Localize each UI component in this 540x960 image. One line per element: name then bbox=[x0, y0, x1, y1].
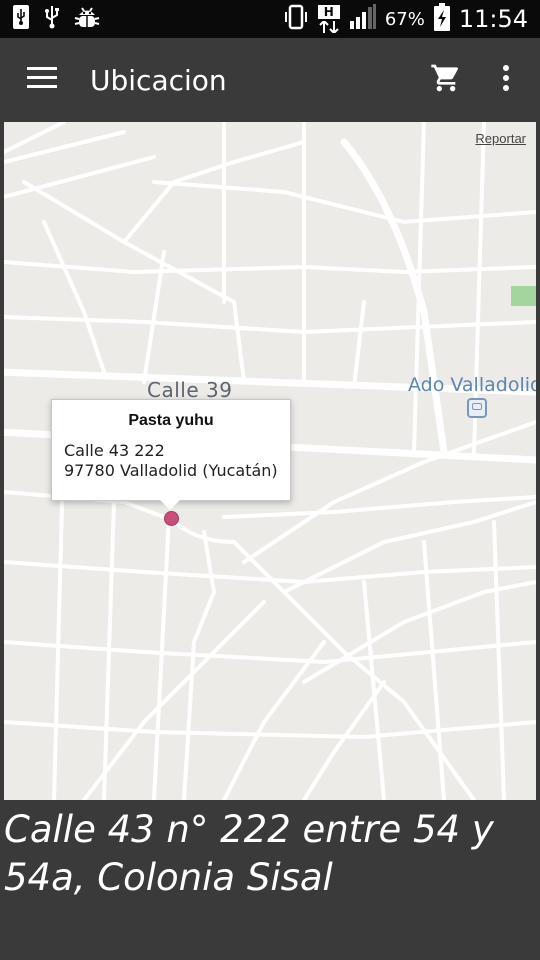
status-right-icons: H 67% 11:54 bbox=[283, 2, 540, 36]
info-window-address-line1: Calle 43 222 bbox=[64, 441, 165, 460]
more-vert-icon bbox=[502, 65, 510, 95]
info-window-title: Pasta yuhu bbox=[128, 412, 214, 429]
marker-info-window[interactable]: Pasta yuhu Calle 43 222 97780 Valladolid… bbox=[51, 399, 291, 510]
cart-button[interactable] bbox=[416, 38, 476, 122]
android-debug-icon bbox=[74, 4, 100, 34]
address-text: Calle 43 n° 222 entre 54 y 54a, Colonia … bbox=[4, 808, 494, 899]
location-marker[interactable] bbox=[164, 511, 179, 526]
vibrate-icon bbox=[283, 3, 309, 35]
page-title: Ubicacion bbox=[90, 63, 227, 97]
shopping-cart-icon bbox=[430, 62, 462, 98]
network-badge: H bbox=[317, 5, 340, 19]
status-bar: H 67% 11:54 bbox=[0, 0, 540, 38]
app-bar: Ubicacion bbox=[0, 38, 540, 122]
clock: 11:54 bbox=[458, 5, 528, 33]
info-window-address-line2: 97780 Valladolid (Yucatán) bbox=[64, 461, 278, 480]
usb-icon bbox=[12, 4, 30, 34]
menu-icon bbox=[27, 67, 57, 93]
battery-charging-icon bbox=[433, 2, 451, 36]
signal-icon bbox=[349, 3, 377, 35]
overflow-menu-button[interactable] bbox=[476, 38, 536, 122]
bus-station-icon[interactable] bbox=[467, 398, 487, 418]
menu-button[interactable] bbox=[0, 38, 84, 122]
battery-percent: 67% bbox=[384, 8, 425, 30]
usb-icon bbox=[44, 4, 60, 34]
poi-label[interactable]: Ado Valladolid bbox=[408, 374, 536, 396]
report-link[interactable]: Reportar bbox=[475, 131, 526, 146]
map-view[interactable]: Reportar Calle 39 Ado Valladolid Pasta y… bbox=[4, 122, 536, 800]
status-left-icons bbox=[0, 4, 100, 34]
hspa-data-icon: H bbox=[317, 5, 341, 33]
